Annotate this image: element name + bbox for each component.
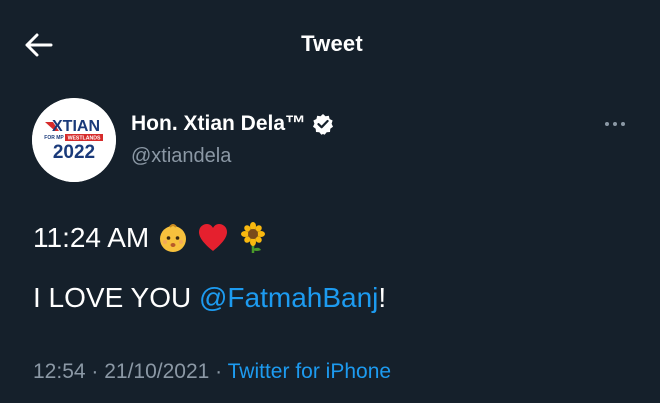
tweet-detail-screen: Tweet XTIAN FOR MP WESTLANDS 2022 Hon. X… <box>0 0 660 403</box>
more-dot <box>605 122 609 126</box>
logo-line3: 2022 <box>53 142 95 163</box>
top-bar: Tweet <box>0 0 660 92</box>
tweet-source-link[interactable]: Twitter for iPhone <box>228 360 391 383</box>
tweet-time[interactable]: 12:54 <box>33 360 86 383</box>
page-title: Tweet <box>301 31 363 56</box>
logo-line1: XTIAN <box>52 118 100 135</box>
tweet-date[interactable]: 21/10/2021 <box>104 360 209 383</box>
red-heart-emoji <box>199 224 228 251</box>
more-dot <box>613 122 617 126</box>
logo-line2b: WESTLANDS <box>68 136 101 142</box>
tweet-text-line1: 11:24 AM <box>33 222 269 254</box>
verified-badge-icon <box>313 114 334 135</box>
meta-separator: · <box>85 360 105 383</box>
more-options-icon[interactable] <box>600 114 630 134</box>
tweet-text-line2: I LOVE YOU @FatmahBanj! <box>33 282 386 314</box>
tweet-text-suffix: ! <box>378 282 387 313</box>
user-handle[interactable]: @xtiandela <box>131 145 231 168</box>
more-dot <box>621 122 625 126</box>
mention-link[interactable]: @FatmahBanj <box>199 282 378 313</box>
tweet-time-text: 11:24 AM <box>33 222 150 253</box>
baby-emoji <box>160 224 187 252</box>
sunflower-emoji <box>241 222 266 253</box>
tweet-meta: 12:54 · 21/10/2021 · Twitter for iPhone <box>33 360 391 384</box>
meta-separator: · <box>209 360 228 383</box>
display-name[interactable]: Hon. Xtian Dela™ <box>131 112 306 136</box>
tweet-text-prefix: I LOVE YOU <box>33 282 199 313</box>
author-name-row[interactable]: Hon. Xtian Dela™ <box>131 112 334 136</box>
logo-line2a: FOR MP <box>44 135 64 141</box>
campaign-logo: XTIAN FOR MP WESTLANDS 2022 <box>32 98 116 182</box>
avatar[interactable]: XTIAN FOR MP WESTLANDS 2022 <box>32 98 116 182</box>
